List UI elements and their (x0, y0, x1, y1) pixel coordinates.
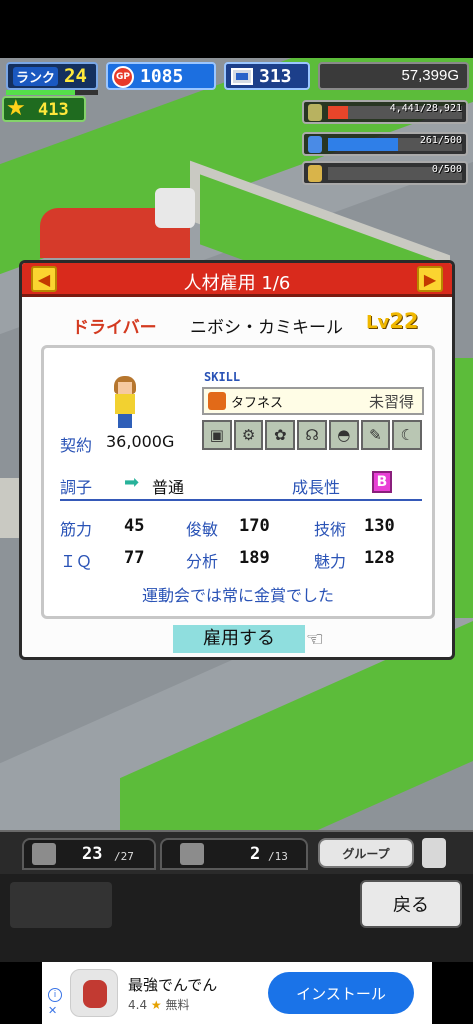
star-value: 413 (38, 100, 69, 120)
skill-slot[interactable]: タフネス 未習得 (202, 387, 424, 415)
stat-label: ＩＱ (60, 552, 93, 571)
stat-value: 128 (364, 548, 395, 568)
skill-icon-row: ▣ ⚙ ✿ ☊ ◓ ✎ ☾ (202, 420, 424, 452)
tab-staff[interactable]: 23 /27 (22, 838, 156, 870)
pc-value: 313 (259, 66, 292, 87)
money-value: 57,399G (401, 67, 459, 84)
empty-slot (10, 882, 112, 928)
skill-status: 未習得 (368, 393, 414, 411)
resource-value: 4,441/28,921 (389, 103, 462, 114)
bottom-panel: 戻る (0, 874, 473, 962)
money-display: 57,399G (318, 62, 469, 90)
gp-value: 1085 (140, 66, 184, 87)
gear-skill-icon[interactable]: ⚙ (233, 420, 264, 450)
star-icon: ★ (150, 998, 162, 1012)
wrench-skill-icon[interactable]: ✎ (360, 420, 391, 450)
contract-label: 契約 (60, 436, 93, 455)
water-icon (308, 136, 322, 153)
candidate-avatar (110, 376, 140, 430)
skill-icon (208, 392, 226, 410)
contract-value: 36,000G (106, 432, 175, 451)
pointing-hand-icon: ☜ (306, 627, 324, 651)
star-icon: ★ (6, 96, 26, 121)
stat-value: 45 (124, 516, 145, 536)
close-icon[interactable]: ✕ (48, 1004, 57, 1017)
stat-label: 俊敏 (186, 520, 219, 539)
info-icon[interactable]: i (48, 988, 62, 1002)
install-button[interactable]: インストール (268, 972, 414, 1014)
rank-value: 24 (64, 65, 87, 87)
staff-max: /27 (114, 850, 134, 863)
gp-counter[interactable]: GP 1085 (106, 62, 216, 90)
growth-label: 成長性 (292, 478, 341, 497)
resource-bar-fuel[interactable]: 4,441/28,921 (302, 100, 468, 124)
computer-icon (231, 68, 253, 85)
tab-garage[interactable]: 2 /13 (160, 838, 308, 870)
back-button[interactable]: 戻る (360, 880, 462, 928)
dialog-title: 人材雇用 1/6 (183, 273, 291, 294)
character-face-icon[interactable] (422, 838, 446, 868)
rank-indicator[interactable]: ランク 24 (6, 62, 98, 90)
hire-dialog: ◀ 人材雇用 1/6 ▶ ドライバー ニボシ・カミキール Lv22 契約 36,… (19, 260, 455, 660)
ad-app-icon[interactable] (70, 969, 118, 1017)
stat-value: 130 (364, 516, 395, 536)
tab-group[interactable]: グループ (318, 838, 414, 868)
resource-bar-water[interactable]: 261/500 (302, 132, 468, 156)
helmet-skill-icon[interactable]: ◓ (328, 420, 359, 450)
crate-icon (32, 843, 56, 865)
fuel-icon (308, 104, 322, 121)
pc-counter[interactable]: 313 (224, 62, 310, 90)
computer-skill-icon[interactable]: ▣ (202, 420, 232, 450)
candidate-comment: 運動会では常に金賞でした (141, 586, 334, 605)
level-value: 22 (389, 309, 419, 333)
next-candidate-button[interactable]: ▶ (417, 266, 443, 292)
resource-value: 0/500 (431, 164, 462, 175)
condition-label: 調子 (60, 478, 93, 497)
stat-label: 分析 (186, 552, 219, 571)
star-counter[interactable]: ★ 413 (2, 96, 86, 122)
hire-button[interactable]: 雇用する (173, 625, 305, 653)
resource-value: 261/500 (419, 135, 462, 146)
paw-skill-icon[interactable]: ✿ (265, 420, 296, 450)
stat-label: 筋力 (60, 520, 93, 539)
stat-label: 技術 (314, 520, 347, 539)
level-tag: Lv (366, 312, 390, 333)
device-status-bar (0, 0, 473, 58)
garage-icon (180, 843, 204, 865)
skill-name: タフネス (231, 396, 284, 411)
garage-max: /13 (268, 850, 288, 863)
candidate-name: ニボシ・カミキール (190, 318, 343, 338)
stat-value: 77 (124, 548, 145, 568)
stat-label: 魅力 (314, 552, 347, 571)
level-badge: Lv22 (366, 309, 418, 333)
growth-value: B (372, 471, 392, 493)
rank-label: ランク (13, 67, 59, 86)
skill-header: SKILL (204, 370, 241, 384)
dialog-header: ◀ 人材雇用 1/6 ▶ (22, 263, 452, 297)
wheat-icon (308, 165, 322, 182)
stat-value: 170 (239, 516, 270, 536)
condition-value: 普通 (152, 478, 185, 497)
job-title: ドライバー (72, 318, 157, 338)
ad-rating: 4.4 ★ 無料 (128, 996, 190, 1013)
garage-count: 2 (250, 844, 261, 864)
ad-title: 最強でんでん (128, 976, 218, 994)
ad-price: 無料 (165, 998, 190, 1012)
headset-skill-icon[interactable]: ☊ (297, 420, 327, 450)
arrow-right-icon: ➡ (124, 472, 140, 493)
resource-bar-wheat[interactable]: 0/500 (302, 161, 468, 185)
ad-banner[interactable]: i ✕ 最強でんでん 4.4 ★ 無料 インストール (42, 962, 432, 1024)
divider (60, 499, 422, 501)
ad-rating-value: 4.4 (128, 998, 148, 1012)
candidate-details: 契約 36,000G SKILL タフネス 未習得 ▣ ⚙ ✿ ☊ ◓ ✎ ☾ … (41, 345, 435, 619)
rank-progress-bar (6, 90, 98, 95)
bottom-tab-bar: 23 /27 2 /13 グループ (0, 830, 473, 874)
stat-value: 189 (239, 548, 270, 568)
gp-coin-icon: GP (112, 66, 134, 88)
moon-skill-icon[interactable]: ☾ (392, 420, 423, 450)
staff-count: 23 (82, 844, 103, 864)
